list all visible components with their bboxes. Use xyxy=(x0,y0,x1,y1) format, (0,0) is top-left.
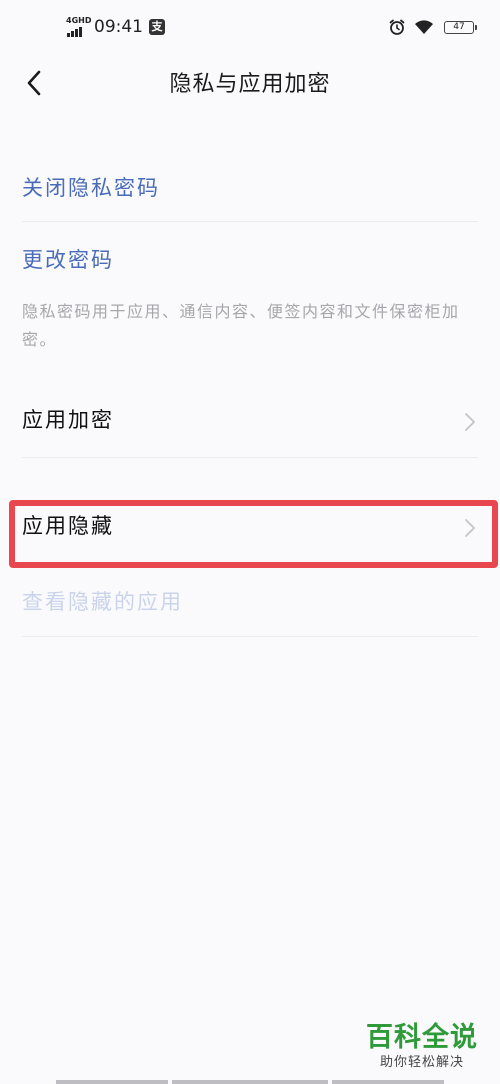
app-encryption-label: 应用加密 xyxy=(22,408,114,432)
nav-strip[interactable] xyxy=(172,1080,328,1084)
change-password-item[interactable]: 更改密码 xyxy=(22,232,478,292)
view-hidden-apps-item: 查看隐藏的应用 xyxy=(22,574,478,634)
battery-icon: 47 xyxy=(444,20,477,34)
watermark-logo: 百科全说 助你轻松解决 xyxy=(362,1022,482,1072)
alarm-clock-icon xyxy=(389,19,405,35)
watermark-main-text: 百科全说 xyxy=(366,1022,478,1053)
divider xyxy=(22,457,478,458)
close-privacy-password-item[interactable]: 关闭隐私密码 xyxy=(22,160,478,220)
app-encryption-item[interactable]: 应用加密 xyxy=(22,388,478,454)
nav-strip[interactable] xyxy=(332,1080,444,1084)
signal-bars-icon: 4GHD xyxy=(66,16,92,38)
change-password-label: 更改密码 xyxy=(22,248,114,272)
chevron-right-icon xyxy=(465,413,475,431)
status-bar-left: 4GHD 09:41 支 xyxy=(66,16,165,38)
divider xyxy=(22,636,478,637)
bottom-nav-indicator xyxy=(0,1078,500,1084)
wifi-icon xyxy=(415,20,433,34)
status-time: 09:41 xyxy=(94,17,143,37)
notification-app-icon: 支 xyxy=(149,19,165,35)
screen: 4GHD 09:41 支 47 隐私与应用加密 关闭隐私密码 更改密码 隐私密码… xyxy=(0,0,500,1084)
page-title: 隐私与应用加密 xyxy=(169,72,331,97)
watermark-sub-text: 助你轻松解决 xyxy=(379,1055,464,1070)
highlight-box xyxy=(9,500,498,568)
nav-strip[interactable] xyxy=(56,1080,168,1084)
status-bar: 4GHD 09:41 支 47 xyxy=(0,0,500,54)
view-hidden-apps-label: 查看隐藏的应用 xyxy=(22,590,183,614)
divider xyxy=(22,221,478,222)
privacy-password-note: 隐私密码用于应用、通信内容、便签内容和文件保密柜加密。 xyxy=(22,302,460,349)
battery-level: 47 xyxy=(453,21,465,32)
close-privacy-password-label: 关闭隐私密码 xyxy=(22,176,160,200)
title-bar: 隐私与应用加密 xyxy=(0,54,500,110)
network-type-label: 4GHD xyxy=(66,16,92,25)
status-bar-right: 47 xyxy=(388,16,477,38)
